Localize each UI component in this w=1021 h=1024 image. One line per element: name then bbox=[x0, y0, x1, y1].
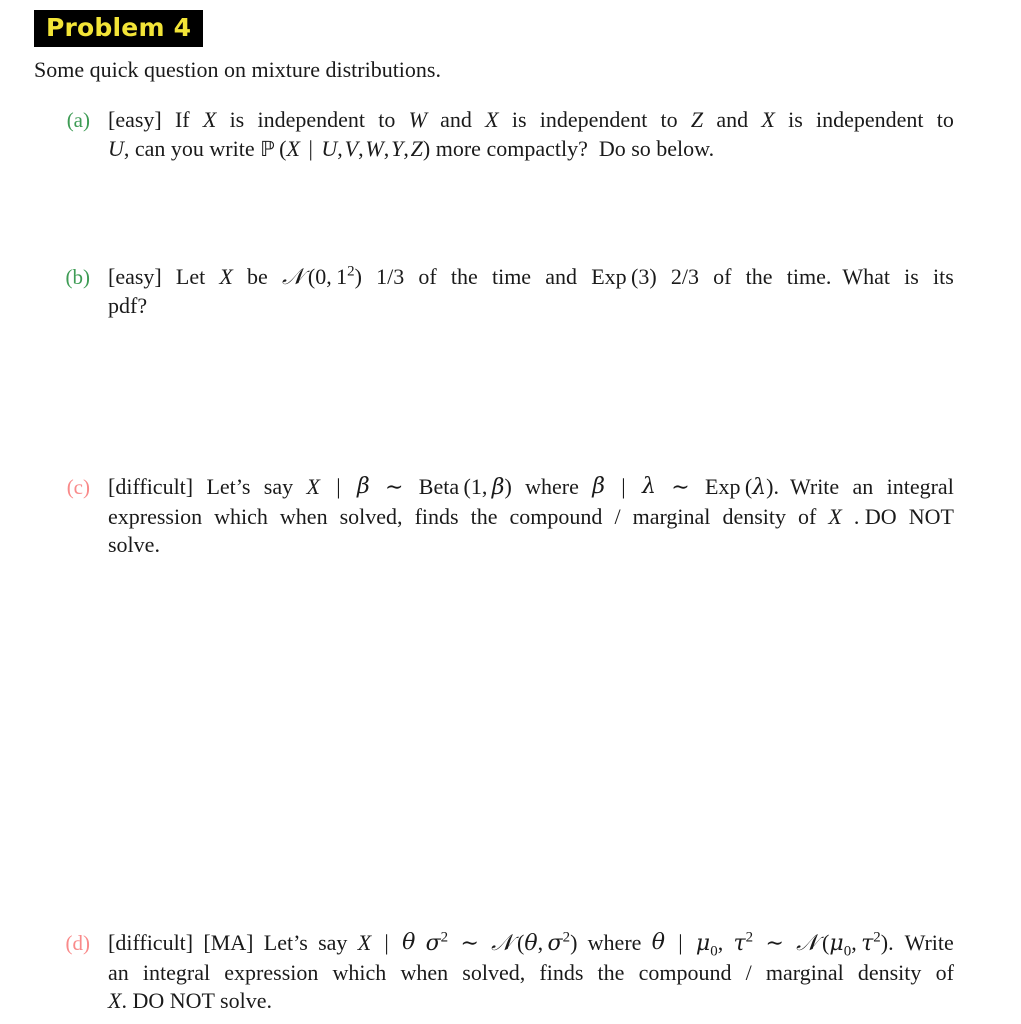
item-body-c: [difficult] Let’s say X | β ∼ Beta (1, β) where β… bbox=[90, 473, 954, 560]
item-a-line-2: U, can you write ℙ (X | U, V, W, Y, Z) m… bbox=[108, 135, 715, 161]
item-label-a: (a) bbox=[66, 108, 90, 132]
item-d-line-2: an integral expression which when solved, find… bbox=[108, 959, 954, 985]
item-c-line-3: solve. bbox=[108, 532, 160, 557]
item-c-line-2: expression which when solved, finds the compou… bbox=[108, 503, 954, 529]
problem-item-c: (c) [difficult] Let’s say X | β ∼ Beta (1, β) wh… bbox=[34, 473, 954, 560]
problem-item-b: (b) [easy] Let Xbe 𝒩 (0, 12) 1/3 of the time and… bbox=[34, 263, 954, 320]
item-b-line-2: pdf? bbox=[108, 292, 148, 318]
item-c-line-1: [difficult] Let’s say X | β ∼ Beta (1, β) where β… bbox=[108, 474, 954, 500]
item-body-b: [easy] Let Xbe 𝒩 (0, 12) 1/3 of the time and Exp … bbox=[90, 263, 954, 320]
item-body-d: [difficult] [MA] Let’s say X | θ σ2 ∼ 𝒩 (θ, σ2) wh… bbox=[90, 929, 954, 1016]
item-label-d: (d) bbox=[65, 931, 91, 955]
problem-item-d: (d) [difficult] [MA] Let’s say X | θ σ2 ∼ 𝒩 (θ, σ… bbox=[34, 929, 954, 1016]
problem-title-banner: Problem 4 bbox=[34, 10, 204, 47]
document-page: Problem 4 Some quick question on mixture… bbox=[0, 0, 1021, 1024]
item-label-b: (b) bbox=[65, 265, 91, 289]
item-d-line-3: X. DO NOT solve. bbox=[108, 988, 272, 1013]
item-body-a: [easy] If Xis independent to Wand Xis independe… bbox=[90, 106, 954, 163]
item-b-line-1: [easy] Let Xbe 𝒩 (0, 12) 1/3 of the time and Exp … bbox=[108, 263, 954, 290]
item-d-line-1: [difficult] [MA] Let’s say X | θ σ2 ∼ 𝒩 (θ, σ2) wh… bbox=[108, 929, 954, 960]
intro-sentence: Some quick question on mixture distribut… bbox=[34, 57, 441, 82]
problem-item-a: (a) [easy] If Xis independent to Wand Xis indep… bbox=[34, 106, 954, 163]
item-label-c: (c) bbox=[66, 475, 90, 499]
item-a-line-1: [easy] If Xis independent to Wand Xis independe… bbox=[108, 107, 954, 132]
